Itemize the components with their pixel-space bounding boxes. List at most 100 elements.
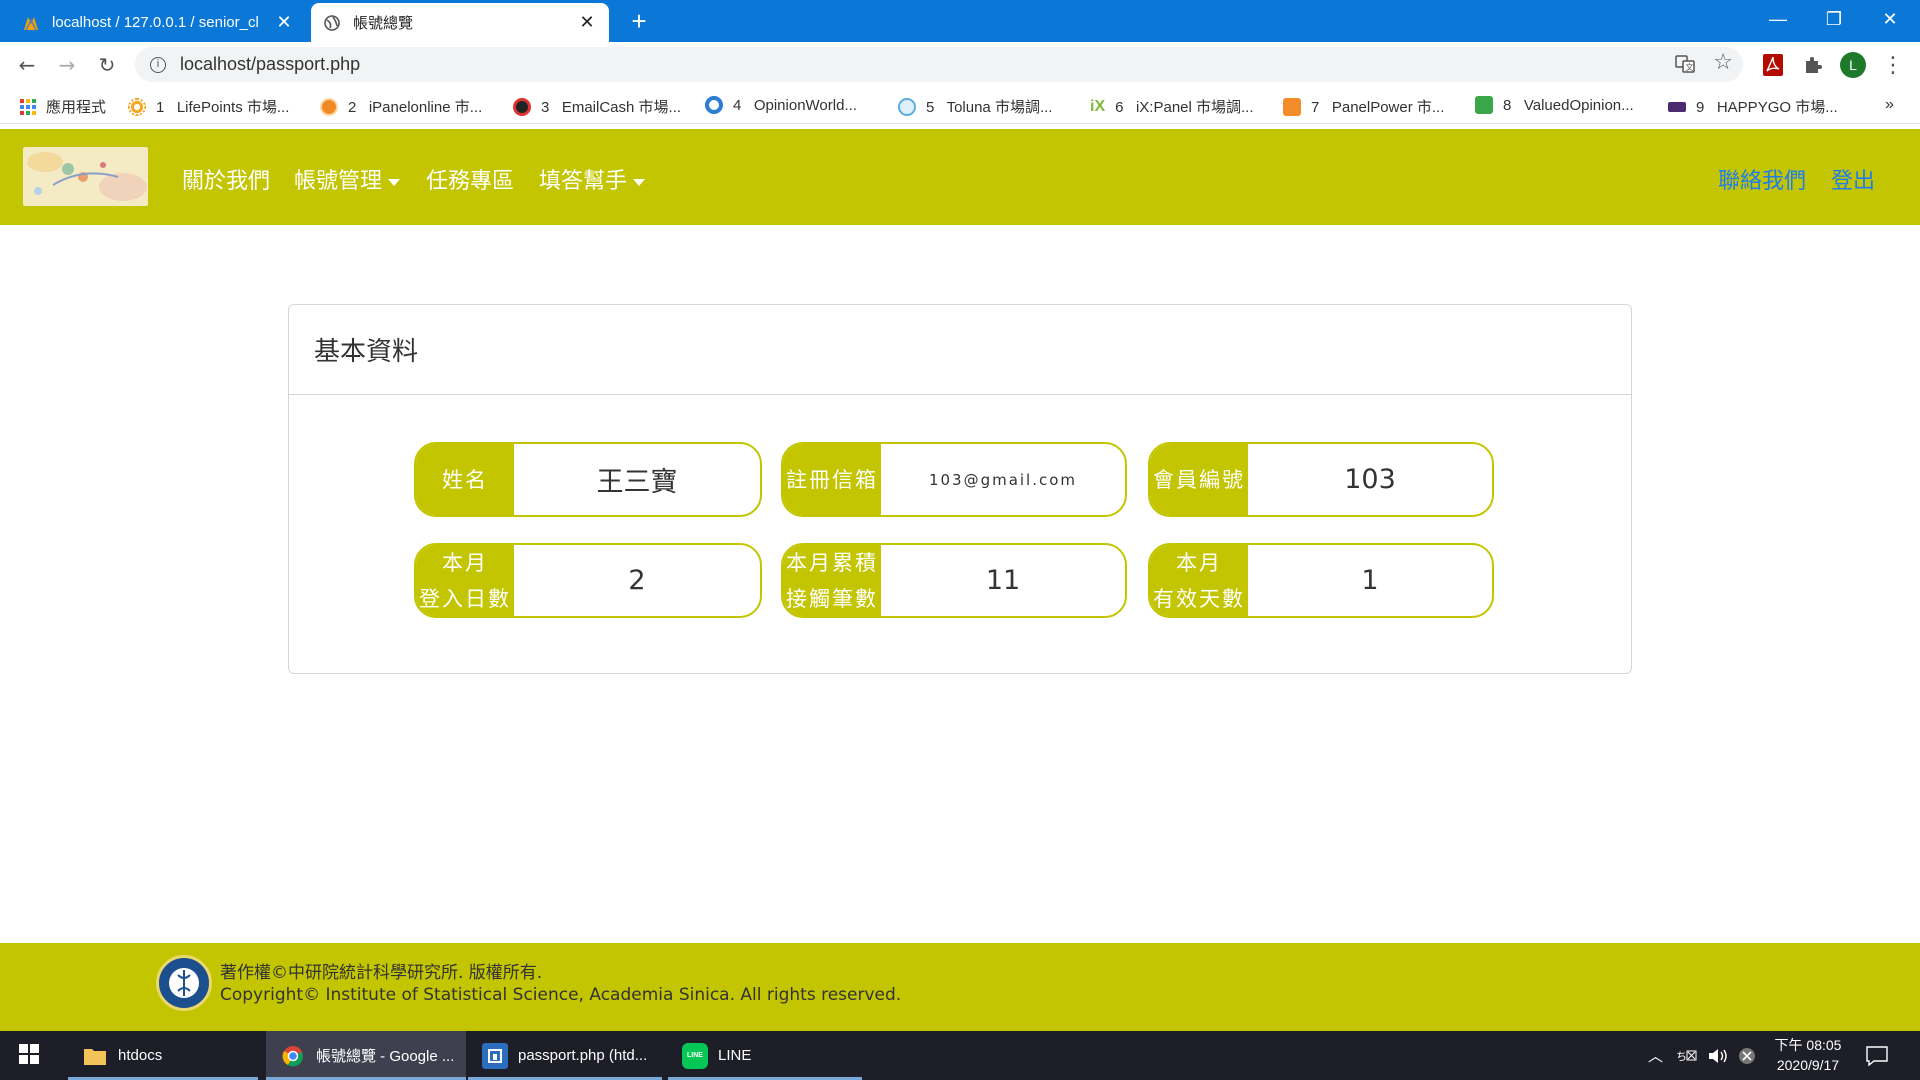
bookmark-1[interactable]: 1 LifePoints 市場...: [128, 96, 289, 117]
profile-avatar[interactable]: L: [1840, 52, 1866, 78]
close-tab-icon[interactable]: ✕: [577, 12, 597, 33]
nav-about[interactable]: 關於我們: [182, 163, 270, 195]
volume-icon[interactable]: [1708, 1031, 1730, 1080]
bookmark-2[interactable]: 2 iPanelonline 市...: [320, 96, 482, 117]
ime-icon[interactable]: ち: [1676, 1031, 1698, 1080]
new-tab-button[interactable]: +: [624, 6, 654, 36]
field-label: 本月 有效天數: [1150, 545, 1248, 616]
taskbar-htdocs[interactable]: htdocs: [68, 1031, 258, 1080]
apps-grid-icon: [20, 98, 36, 115]
nav-account-dropdown[interactable]: 帳號管理: [294, 163, 401, 195]
nav-logout[interactable]: 登出: [1831, 163, 1875, 195]
bookmark-label: 3 EmailCash 市場...: [541, 99, 682, 116]
card-title: 基本資料: [289, 305, 1631, 395]
windows-taskbar: htdocs 帳號總覽 - Google ... passport.php (h…: [0, 1031, 1920, 1080]
extensions-puzzle-icon[interactable]: [1800, 52, 1826, 78]
toluna-icon: [898, 97, 916, 116]
caret-down-icon: [388, 178, 401, 186]
bookmark-label: 6 iX:Panel 市場調...: [1115, 99, 1254, 116]
label-line-2: 登入日數: [419, 586, 511, 611]
editor-icon: [482, 1042, 508, 1069]
minimize-button[interactable]: —: [1750, 0, 1806, 38]
translate-icon[interactable]: 文: [1675, 54, 1695, 74]
panelpower-icon: [1283, 97, 1301, 116]
field-member-id: 會員編號 103: [1148, 442, 1494, 517]
start-button[interactable]: [0, 1031, 58, 1080]
acrobat-icon[interactable]: [1760, 52, 1786, 78]
site-logo[interactable]: [23, 147, 148, 206]
label-line-1: 本月: [442, 550, 488, 575]
globe-icon: [323, 14, 341, 32]
bookmark-label: 5 Toluna 市場調...: [926, 99, 1053, 116]
bookmark-7[interactable]: 7 PanelPower 市...: [1283, 96, 1444, 117]
close-window-button[interactable]: ✕: [1862, 0, 1918, 38]
bookmark-9[interactable]: 9 HAPPYGO 市場...: [1668, 96, 1838, 117]
bookmark-label: 4 OpinionWorld...: [733, 96, 857, 114]
basic-info-card: 基本資料 姓名 王三寶 註冊信箱 103@gmail.com 會員編號 103 …: [288, 304, 1632, 674]
ipanel-icon: [320, 97, 338, 116]
taskbar-line[interactable]: LINE LINE: [668, 1031, 862, 1080]
site-navbar: 關於我們 帳號管理 任務專區 填答幫手 聯絡我們 登出: [0, 129, 1920, 225]
academia-sinica-seal-icon: [156, 955, 212, 1011]
taskbar-chrome[interactable]: 帳號總覽 - Google ...: [266, 1031, 466, 1080]
close-tab-icon[interactable]: ✕: [274, 12, 294, 33]
bookmark-6[interactable]: iX 6 iX:Panel 市場調...: [1090, 96, 1254, 117]
svg-text:ち: ち: [1676, 1050, 1687, 1063]
bookmark-star-icon[interactable]: ☆: [1713, 50, 1733, 75]
back-button[interactable]: ←: [12, 50, 42, 80]
nav-helper-dropdown[interactable]: 填答幫手: [539, 163, 646, 195]
bookmark-label: 8 ValuedOpinion...: [1503, 96, 1634, 114]
field-value: 2: [628, 565, 646, 596]
opinionworld-icon: [705, 96, 723, 114]
system-clock[interactable]: 下午 08:05 2020/9/17: [1760, 1035, 1856, 1075]
taskbar-editor[interactable]: passport.php (htd...: [468, 1031, 662, 1080]
bookmark-apps[interactable]: 應用程式: [20, 96, 106, 117]
nav-tasks[interactable]: 任務專區: [426, 163, 514, 195]
bookmark-label: 1 LifePoints 市場...: [156, 99, 290, 116]
reload-button[interactable]: ↻: [92, 50, 122, 80]
copyright-zh: 著作權©中研院統計科學研究所. 版權所有.: [220, 963, 543, 983]
forward-button[interactable]: →: [52, 50, 82, 80]
site-footer: 著作權©中研院統計科學研究所. 版權所有. Copyright© Institu…: [0, 943, 1920, 1031]
bookmark-label: 7 PanelPower 市...: [1311, 99, 1445, 116]
nav-contact[interactable]: 聯絡我們: [1718, 163, 1806, 195]
bookmark-label: 應用程式: [46, 99, 107, 116]
bookmark-8[interactable]: 8 ValuedOpinion...: [1475, 96, 1634, 114]
bookmarks-overflow-button[interactable]: »: [1885, 96, 1894, 114]
field-value: 103@gmail.com: [928, 470, 1078, 489]
address-bar[interactable]: i localhost/passport.php 文 ☆: [135, 47, 1743, 82]
field-value: 1: [1361, 565, 1379, 596]
ixpanel-icon: iX: [1090, 97, 1106, 115]
tab-passport[interactable]: 帳號總覽 ✕: [311, 3, 609, 42]
tray-chevron-up-icon[interactable]: ︿: [1648, 1031, 1663, 1080]
restore-button[interactable]: ❐: [1806, 0, 1862, 38]
nav-account-label: 帳號管理: [294, 169, 383, 194]
label-line-1: 本月累積: [786, 550, 878, 575]
more-menu-icon[interactable]: ⋮: [1880, 52, 1906, 78]
field-label: 本月累積 接觸筆數: [783, 545, 881, 616]
tab-title: 帳號總覽: [353, 15, 414, 32]
notifications-icon[interactable]: [1866, 1031, 1888, 1080]
field-valid-days: 本月 有效天數 1: [1148, 543, 1494, 618]
copyright-en: Copyright© Institute of Statistical Scie…: [220, 985, 902, 1005]
bookmark-3[interactable]: 3 EmailCash 市場...: [513, 96, 681, 117]
url-text[interactable]: localhost/passport.php: [180, 54, 360, 75]
info-icon[interactable]: i: [150, 56, 166, 73]
happygo-icon: [1668, 101, 1686, 112]
field-label: 本月 登入日數: [416, 545, 514, 616]
chrome-icon: [280, 1043, 306, 1069]
tab-title: localhost / 127.0.0.1 / senior_cl: [52, 14, 259, 31]
field-value: 王三寶: [596, 467, 678, 498]
bookmark-5[interactable]: 5 Toluna 市場調...: [898, 96, 1052, 117]
valuedopinion-icon: [1475, 96, 1493, 114]
field-login-days: 本月 登入日數 2: [414, 543, 762, 618]
bookmark-4[interactable]: 4 OpinionWorld...: [705, 96, 857, 114]
network-disconnected-icon[interactable]: [1738, 1031, 1756, 1080]
lifepoints-icon: [128, 97, 146, 116]
bookmarks-bar: 應用程式 1 LifePoints 市場... 2 iPanelonline 市…: [0, 87, 1920, 124]
tab-phpmyadmin[interactable]: localhost / 127.0.0.1 / senior_cl ✕: [10, 3, 306, 42]
caret-down-icon: [633, 178, 646, 186]
clock-date: 2020/9/17: [1776, 1057, 1840, 1073]
line-app-icon: LINE: [682, 1042, 708, 1069]
windows-logo-icon: [19, 1043, 39, 1068]
